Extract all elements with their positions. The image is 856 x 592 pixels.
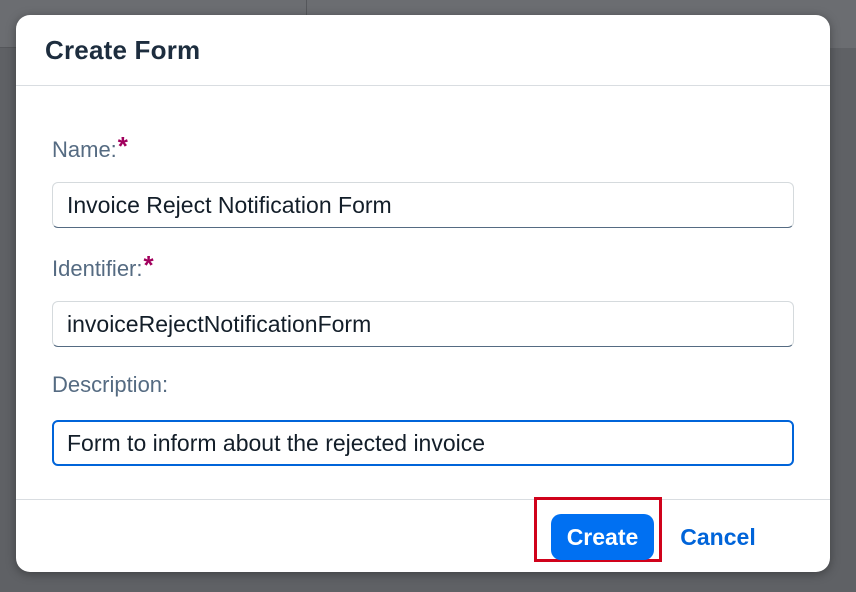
background-line bbox=[0, 47, 16, 48]
name-input[interactable] bbox=[52, 182, 794, 228]
identifier-input[interactable] bbox=[52, 301, 794, 347]
dialog-header: Create Form bbox=[16, 15, 830, 86]
create-button[interactable]: Create bbox=[551, 514, 654, 560]
name-required-marker: * bbox=[117, 131, 128, 161]
identifier-required-marker: * bbox=[143, 250, 154, 280]
cancel-button[interactable]: Cancel bbox=[668, 514, 768, 560]
dialog-title: Create Form bbox=[45, 35, 201, 65]
name-label-text: Name: bbox=[52, 137, 117, 162]
create-form-dialog: Create Form Name:* Identifier:* Descript… bbox=[16, 15, 830, 572]
description-input[interactable] bbox=[52, 420, 794, 466]
name-label: Name:* bbox=[52, 131, 128, 164]
background-divider bbox=[306, 0, 307, 16]
description-label: Description: bbox=[52, 372, 168, 398]
description-label-text: Description: bbox=[52, 372, 169, 397]
identifier-label: Identifier:* bbox=[52, 250, 154, 283]
identifier-label-text: Identifier: bbox=[52, 256, 143, 281]
